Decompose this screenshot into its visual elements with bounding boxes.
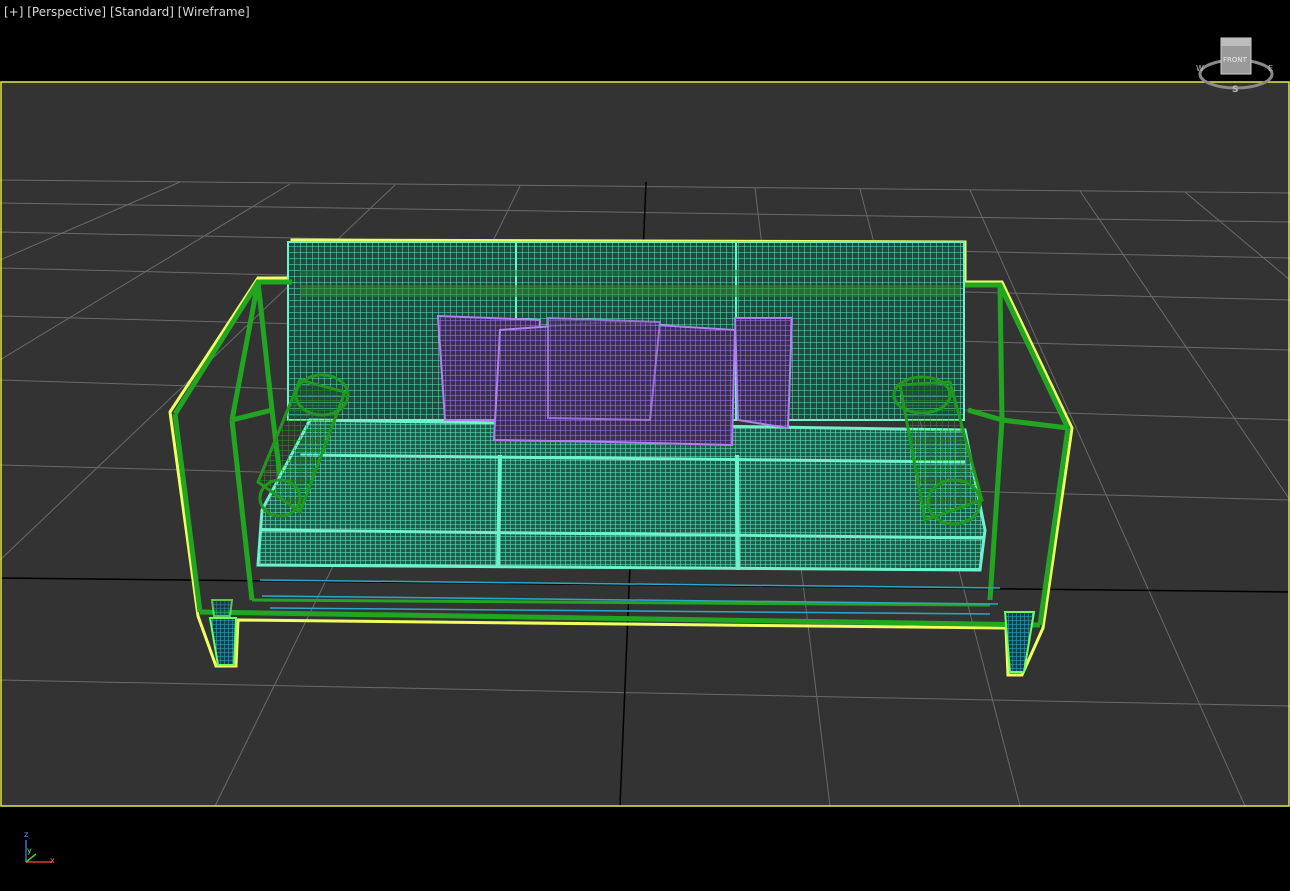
viewcube-face-label: FRONT: [1223, 56, 1247, 64]
viewcube-compass-south: S: [1232, 85, 1239, 95]
viewcube-compass-west: W: [1196, 64, 1204, 73]
viewport-scene[interactable]: [0, 0, 1290, 891]
viewcube-compass-east: E: [1268, 64, 1274, 73]
axis-tripod: z y x: [18, 830, 64, 872]
viewcube[interactable]: FRONT W E S: [1196, 34, 1276, 96]
axis-label-x: x: [50, 856, 55, 865]
axis-label-z: z: [24, 830, 29, 839]
perspective-viewport[interactable]: [+] [Perspective] [Standard] [Wireframe]: [0, 0, 1290, 891]
axis-label-y: y: [27, 846, 32, 855]
